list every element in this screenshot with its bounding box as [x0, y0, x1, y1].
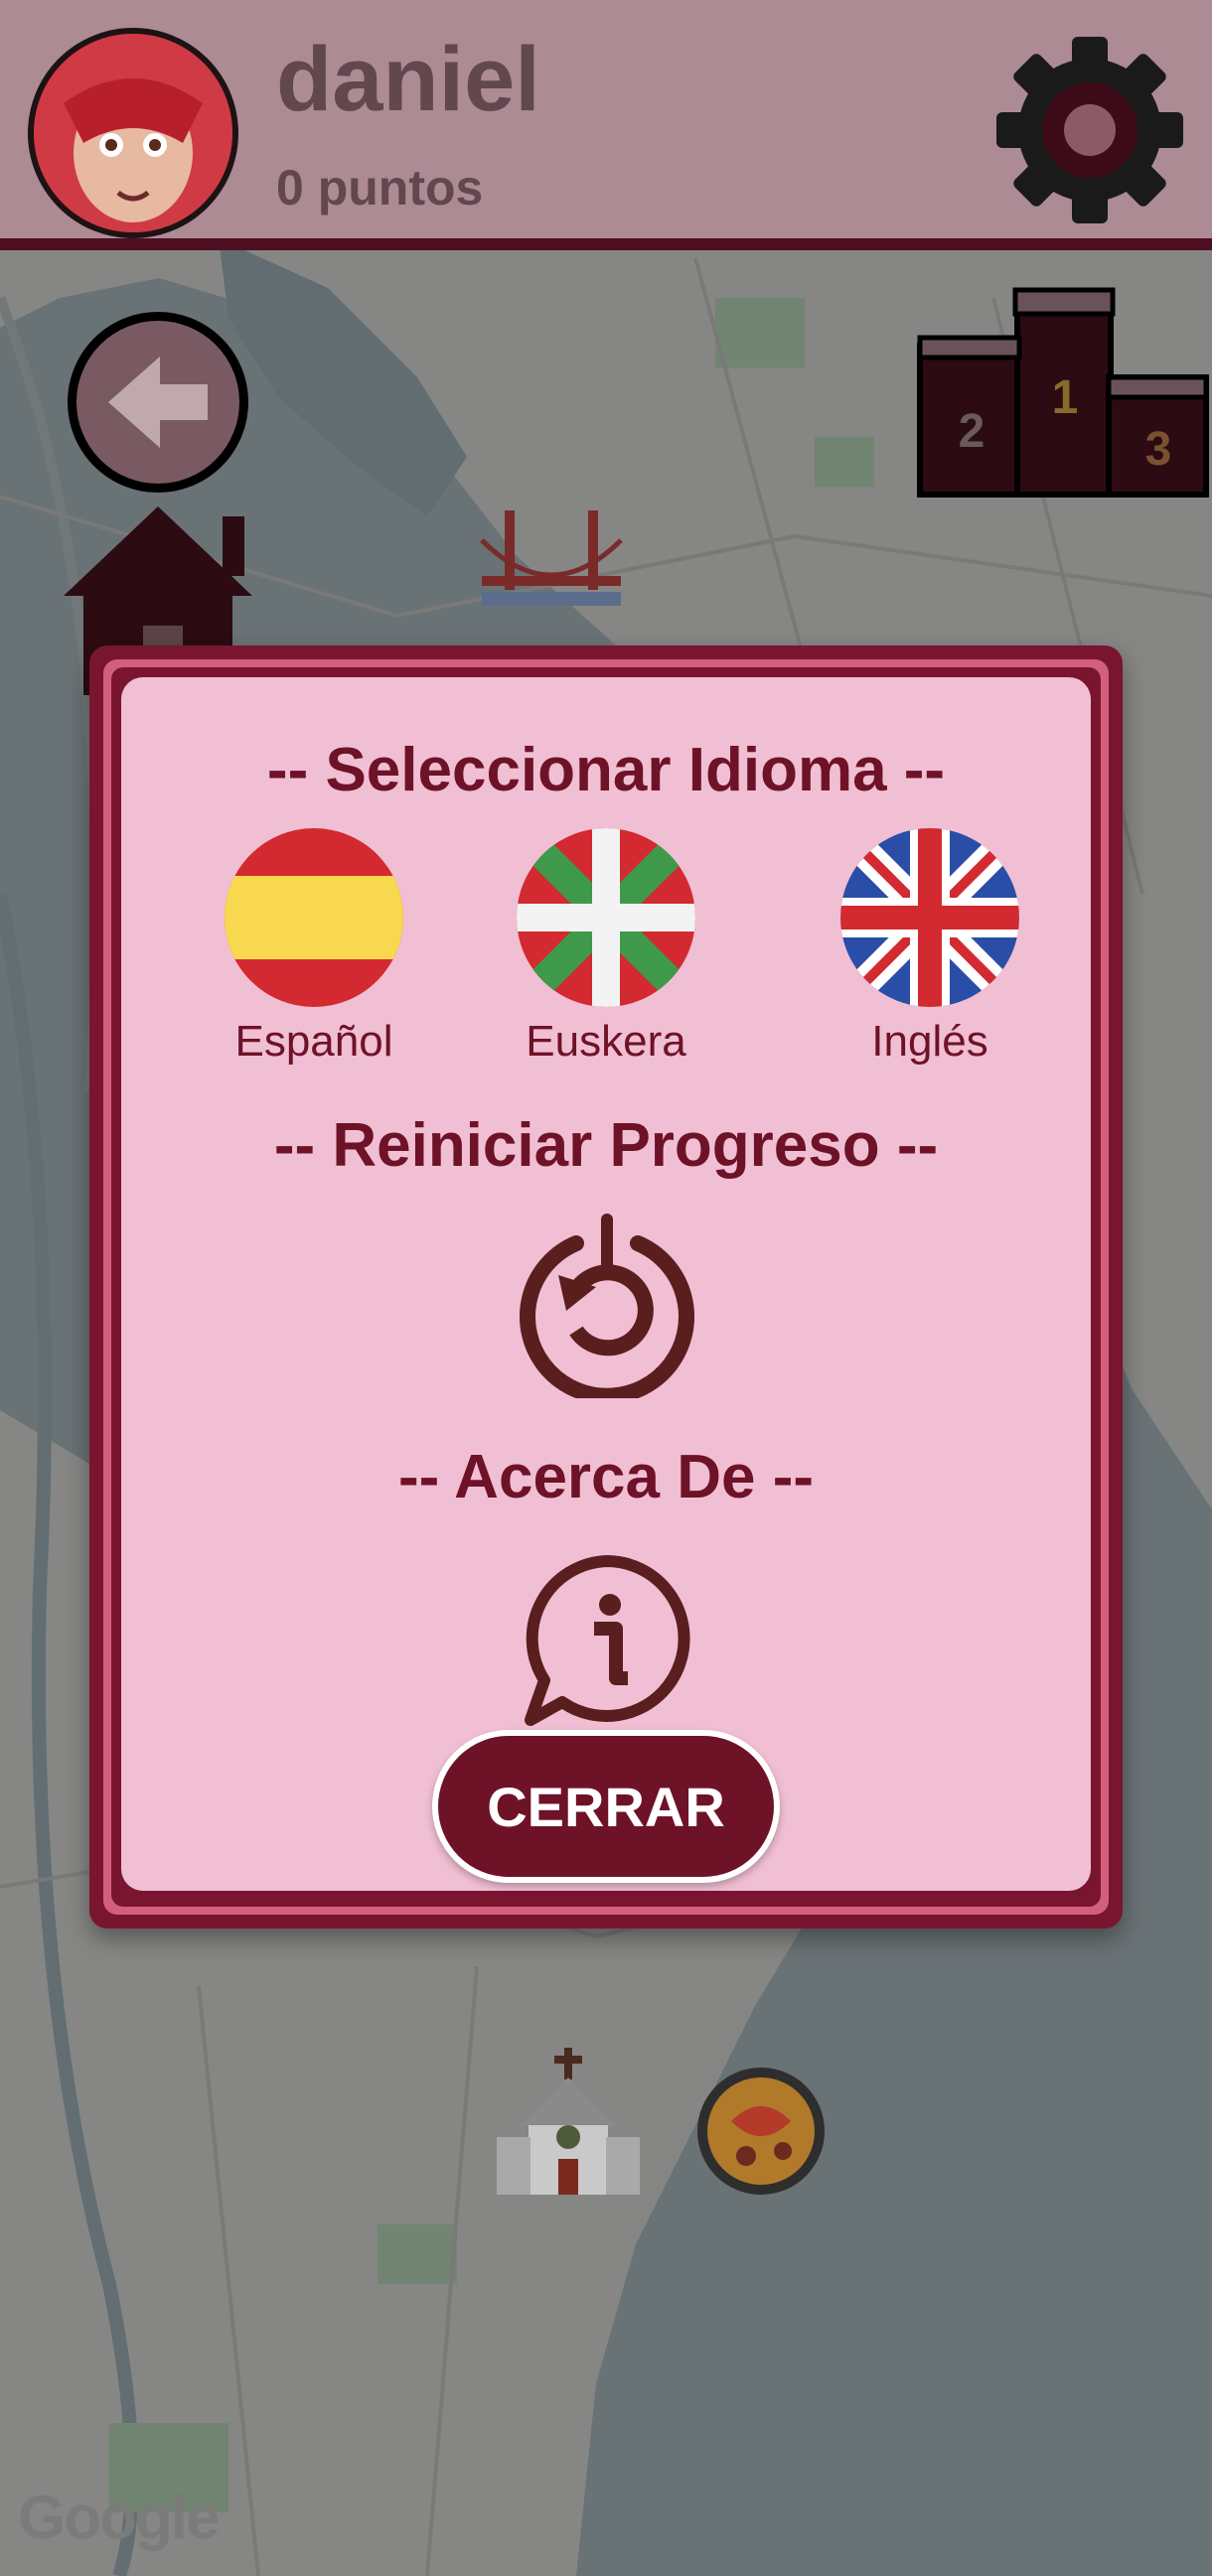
reset-section-title: -- Reiniciar Progreso -- [273, 1111, 939, 1180]
podium-icon[interactable]: 1 2 3 [916, 286, 1210, 504]
podium-label-2: 2 [959, 405, 985, 458]
username: daniel [276, 29, 540, 130]
back-button[interactable] [68, 312, 248, 493]
google-attribution: Google [18, 2484, 221, 2552]
top-bar: daniel 0 puntos [0, 0, 1212, 250]
uk-flag-icon[interactable] [840, 828, 1019, 1007]
basque-flag-icon[interactable] [517, 828, 695, 1007]
reset-icon[interactable] [515, 1214, 699, 1398]
info-icon[interactable] [519, 1551, 697, 1730]
points-counter: 0 puntos [276, 160, 484, 215]
podium-label-3: 3 [1145, 423, 1172, 476]
language-section-title: -- Seleccionar Idioma -- [266, 736, 946, 804]
language-label-spanish[interactable]: Español [185, 1017, 443, 1067]
bridge-icon[interactable] [477, 481, 626, 620]
avatar[interactable] [28, 28, 238, 238]
arrow-left-icon [108, 357, 208, 448]
language-label-english[interactable]: Inglés [801, 1017, 1059, 1067]
paella-icon[interactable] [691, 2062, 831, 2201]
owlette-avatar-icon [34, 34, 232, 232]
close-button[interactable]: CERRAR [432, 1730, 780, 1883]
settings-modal-content: -- Seleccionar Idioma -- Español Euskera [121, 677, 1091, 1891]
language-label-basque[interactable]: Euskera [477, 1017, 735, 1067]
spain-flag-icon[interactable] [225, 828, 403, 1007]
gear-icon[interactable] [995, 36, 1184, 224]
church-icon[interactable] [497, 2048, 640, 2197]
settings-modal: -- Seleccionar Idioma -- Español Euskera [89, 645, 1123, 1929]
about-section-title: -- Acerca De -- [397, 1443, 815, 1511]
podium-label-1: 1 [1052, 371, 1079, 424]
